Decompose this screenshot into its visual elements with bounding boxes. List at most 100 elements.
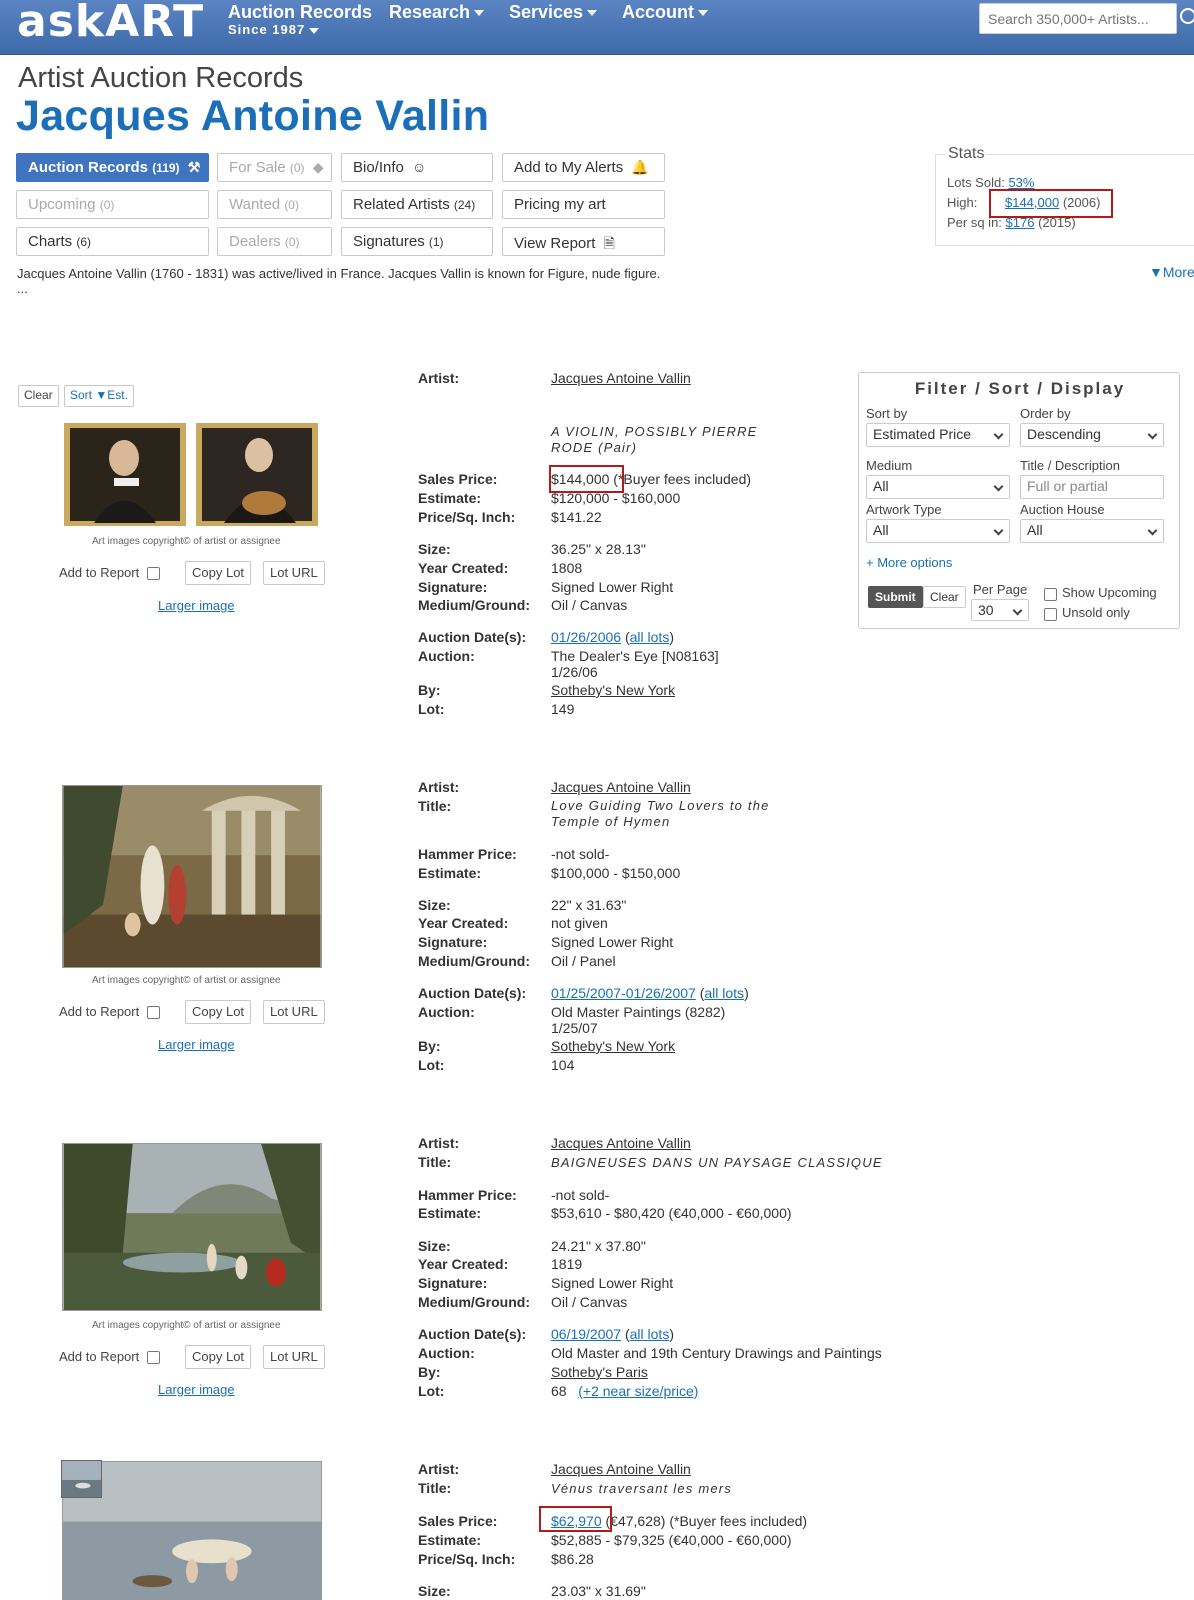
lot-4-mini-thumbnail[interactable]: [61, 1460, 102, 1498]
clear-sort-button[interactable]: Clear: [18, 385, 59, 407]
lot-1-date-link[interactable]: 01/26/2006: [551, 629, 621, 645]
for-sale-button[interactable]: For Sale (0) ◆: [217, 153, 332, 182]
copy-lot-button[interactable]: Copy Lot: [185, 561, 252, 585]
lot-3-image[interactable]: [62, 1143, 322, 1311]
label-title: Title:: [418, 798, 452, 814]
add-to-report-label: Add to Report: [59, 565, 140, 580]
label-estimate: Estimate:: [418, 1205, 482, 1221]
artist-search-input[interactable]: [979, 3, 1177, 34]
label-size: Size:: [418, 1583, 451, 1599]
copy-lot-button[interactable]: Copy Lot: [185, 1345, 252, 1369]
lot-2-number: 104: [551, 1057, 575, 1073]
lot-url-button[interactable]: Lot URL: [263, 1345, 325, 1369]
signatures-button[interactable]: Signatures (1): [341, 227, 493, 256]
per-page-label: Per Page: [973, 582, 1028, 597]
copyright-note: Art images copyright© of artist or assig…: [92, 975, 281, 986]
artwork-type-select[interactable]: All: [866, 519, 1010, 543]
order-by-select[interactable]: Descending: [1020, 423, 1164, 447]
label-size: Size:: [418, 897, 451, 913]
lot-3-date-link[interactable]: 06/19/2007: [551, 1326, 621, 1342]
lot-2-medium: Oil / Panel: [551, 953, 616, 969]
sort-label: Sort: [70, 388, 93, 402]
lot-2-house-link[interactable]: Sotheby's New York: [551, 1038, 675, 1054]
add-to-report-checkbox[interactable]: [147, 1006, 160, 1019]
view-report-button[interactable]: View Report 🗎: [502, 227, 665, 256]
chevron-down-icon: [1147, 525, 1158, 536]
sort-by-select[interactable]: Estimated Price: [866, 423, 1010, 447]
unsold-only-checkbox[interactable]: [1044, 608, 1057, 621]
lot-1-artist-link[interactable]: Jacques Antoine Vallin: [551, 370, 691, 386]
more-bio-link[interactable]: ▼More: [1149, 264, 1194, 280]
lot-1-image[interactable]: [64, 423, 319, 526]
show-upcoming-checkbox[interactable]: [1044, 588, 1057, 601]
auction-records-count: (119): [152, 161, 180, 175]
title-description-input[interactable]: Full or partial: [1020, 475, 1164, 499]
all-lots-link[interactable]: all lots: [630, 629, 670, 645]
larger-image-link[interactable]: Larger image: [158, 1382, 235, 1397]
lot-3-house-link[interactable]: Sotheby's Paris: [551, 1364, 648, 1380]
nav-auction-records[interactable]: Auction Records Since 1987: [228, 2, 372, 37]
lot-3-date-row: 06/19/2007 (all lots): [551, 1326, 674, 1342]
copy-lot-button[interactable]: Copy Lot: [185, 1000, 252, 1024]
medium-select[interactable]: All: [866, 475, 1010, 499]
lot-3-artist-link[interactable]: Jacques Antoine Vallin: [551, 1135, 691, 1151]
add-to-report-checkbox[interactable]: [147, 567, 160, 580]
lots-sold-link[interactable]: 53%: [1008, 175, 1034, 190]
label-year: Year Created:: [418, 1256, 509, 1272]
nav-research[interactable]: Research: [389, 2, 485, 23]
askart-logo[interactable]: askART: [17, 0, 204, 47]
lot-url-button[interactable]: Lot URL: [263, 561, 325, 585]
pricing-my-art-button[interactable]: Pricing my art: [502, 190, 665, 219]
auction-records-button[interactable]: Auction Records (119) ⚒: [16, 153, 209, 182]
add-to-report-label: Add to Report: [59, 1004, 140, 1019]
sort-est-button[interactable]: Sort ▼Est.: [64, 385, 134, 407]
label-price-sq: Price/Sq. Inch:: [418, 509, 516, 525]
bio-info-button[interactable]: Bio/Info ☺: [341, 153, 493, 182]
near-size-price-link[interactable]: (+2 near size/price): [578, 1383, 698, 1399]
lot-1-date-row: 01/26/2006 (all lots): [551, 629, 674, 645]
lot-2-date-link[interactable]: 01/25/2007-01/26/2007: [551, 985, 696, 1001]
lot-4-artist-link[interactable]: Jacques Antoine Vallin: [551, 1461, 691, 1477]
label-lot: Lot:: [418, 1057, 445, 1073]
all-lots-link[interactable]: all lots: [630, 1326, 670, 1342]
auction-house-select[interactable]: All: [1020, 519, 1164, 543]
label-by: By:: [418, 1038, 441, 1054]
per-page-select[interactable]: 30: [971, 599, 1029, 621]
upcoming-button[interactable]: Upcoming (0): [16, 190, 209, 219]
label-sales-price: Sales Price:: [418, 471, 498, 487]
lot-2-artist-link[interactable]: Jacques Antoine Vallin: [551, 779, 691, 795]
persq-link[interactable]: $176: [1006, 215, 1035, 230]
clear-filter-button[interactable]: Clear: [923, 586, 966, 608]
label-by: By:: [418, 1364, 441, 1380]
add-to-alerts-button[interactable]: Add to My Alerts 🔔: [502, 153, 665, 182]
all-lots-link[interactable]: all lots: [704, 985, 744, 1001]
lot-4-price-eur: (€47,628): [605, 1513, 666, 1529]
larger-image-link[interactable]: Larger image: [158, 598, 235, 613]
larger-image-link[interactable]: Larger image: [158, 1037, 235, 1052]
more-options-link[interactable]: + More options: [866, 555, 952, 570]
user-icon: ☺: [412, 159, 427, 175]
persq-year: (2015): [1038, 215, 1076, 230]
related-artists-button[interactable]: Related Artists (24): [341, 190, 493, 219]
nav-services-label: Services: [509, 2, 584, 22]
nav-services[interactable]: Services: [509, 2, 598, 23]
search-icon[interactable]: [1180, 8, 1194, 24]
lot-1-house-link[interactable]: Sotheby's New York: [551, 682, 675, 698]
add-to-report-checkbox[interactable]: [147, 1351, 160, 1364]
submit-button[interactable]: Submit: [868, 586, 923, 608]
order-by-label: Order by: [1020, 406, 1071, 421]
nav-account[interactable]: Account: [622, 2, 708, 23]
auction-house-label: Auction House: [1020, 502, 1105, 517]
lot-1-price-note: (*Buyer fees included): [613, 471, 752, 487]
dealers-button[interactable]: Dealers (0): [217, 227, 332, 256]
lot-4-price-sq: $86.28: [551, 1551, 594, 1567]
label-artist: Artist:: [418, 370, 460, 386]
lot-2-image[interactable]: [62, 785, 322, 968]
lot-1-number: 149: [551, 701, 575, 717]
lot-url-button[interactable]: Lot URL: [263, 1000, 325, 1024]
charts-button[interactable]: Charts (6): [16, 227, 209, 256]
label-hammer-price: Hammer Price:: [418, 846, 517, 862]
wanted-button[interactable]: Wanted (0): [217, 190, 332, 219]
wanted-label: Wanted: [229, 196, 281, 213]
label-auction: Auction:: [418, 1004, 475, 1020]
